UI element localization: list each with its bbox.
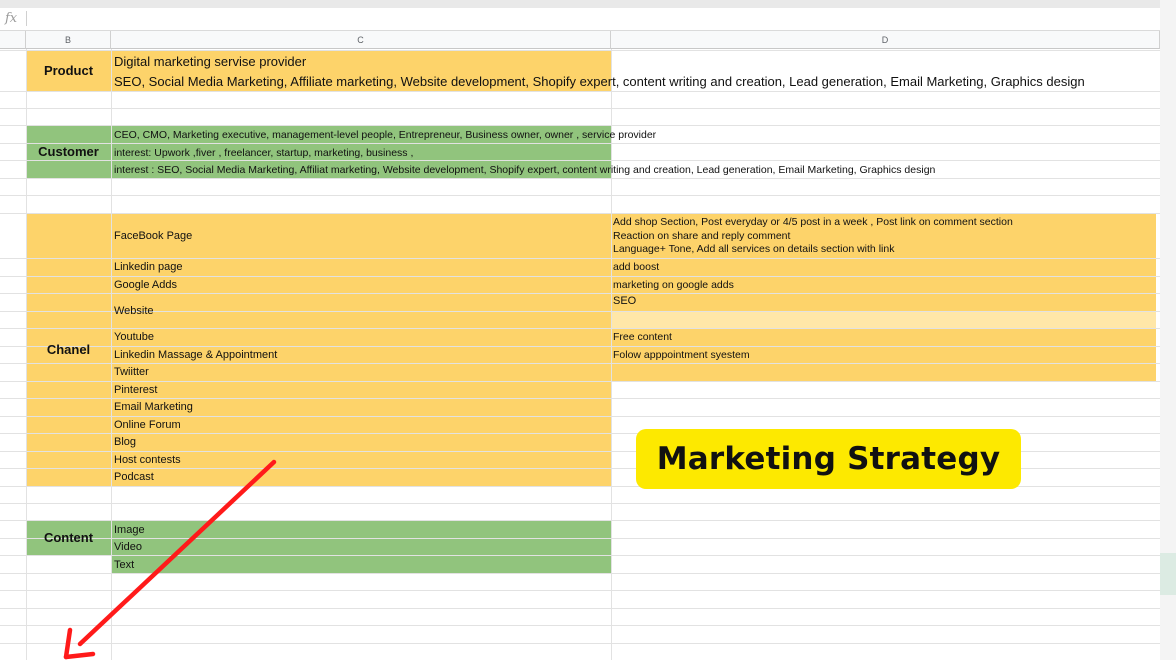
spreadsheet: fx B C D Product Customer Chanel Content… (0, 8, 1160, 660)
side-panel-block (1160, 553, 1176, 595)
red-arrow-icon (63, 459, 277, 660)
